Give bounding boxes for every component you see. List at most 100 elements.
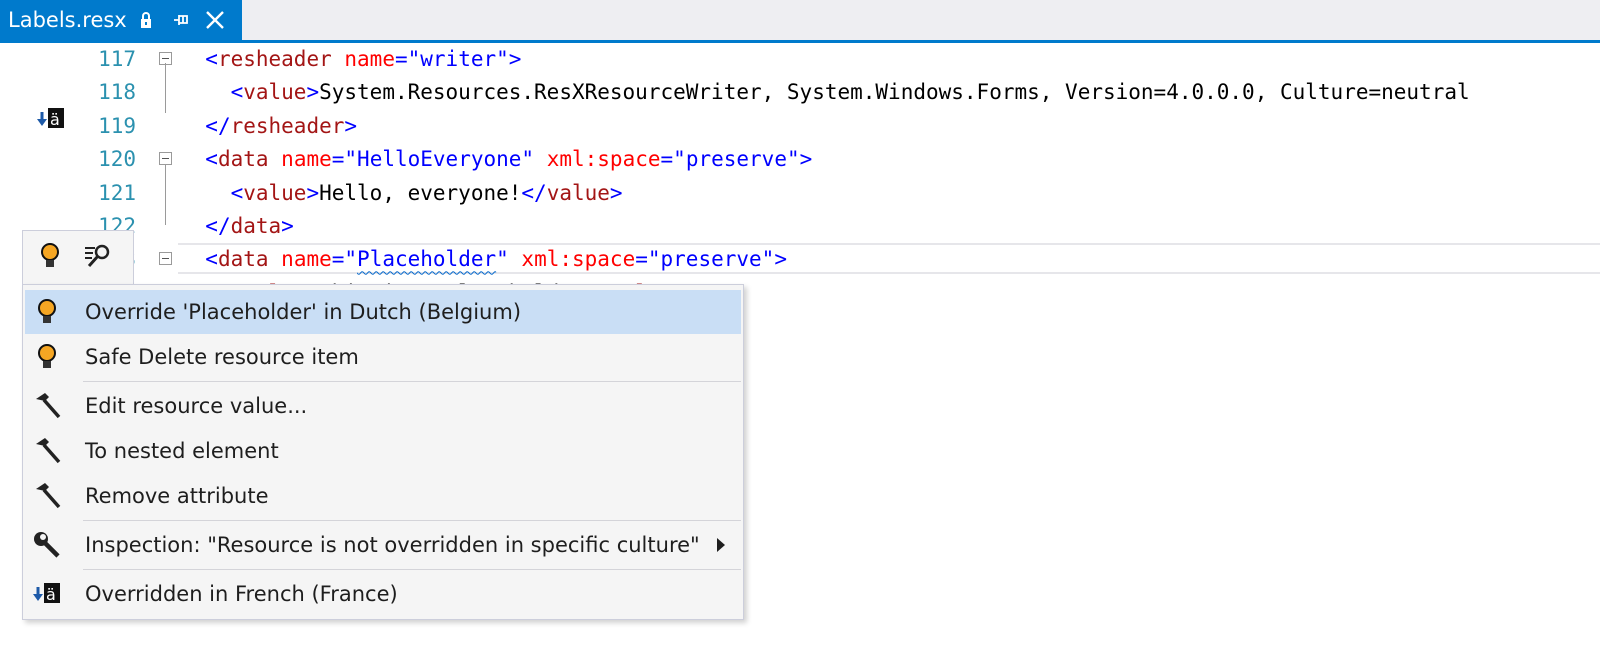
pin-icon[interactable] xyxy=(173,12,191,28)
code-token: xml:space xyxy=(508,247,636,272)
inspect-button[interactable] xyxy=(79,239,117,277)
code-token: " xyxy=(496,247,509,272)
hammer-icon xyxy=(31,435,63,467)
code-token: " xyxy=(521,147,535,172)
menu-item[interactable]: Override 'Placeholder' in Dutch (Belgium… xyxy=(25,290,741,334)
resource-override-icon[interactable]: ä xyxy=(36,106,66,130)
code-token: =" xyxy=(331,147,358,172)
code-token: > xyxy=(306,180,320,205)
code-line[interactable]: 121 <value>Hello, everyone!</value> xyxy=(0,177,1600,210)
menu-item[interactable]: Edit resource value... xyxy=(25,384,741,428)
code-token: preserve xyxy=(660,247,762,272)
menu-item-label: Edit resource value... xyxy=(85,394,308,418)
code-line[interactable]: 123 <data name="Placeholder" xml:space="… xyxy=(0,243,1600,276)
code-token: writer xyxy=(420,47,497,71)
action-quickbar xyxy=(22,230,134,284)
code-token: preserve xyxy=(685,147,787,172)
menu-item-label: Overridden in French (France) xyxy=(85,582,398,606)
code-token: " xyxy=(761,247,775,272)
code-line[interactable]: 120 <data name="HelloEveryone" xml:space… xyxy=(0,143,1600,176)
fold-guide xyxy=(165,63,166,113)
bulb-icon xyxy=(39,241,61,275)
menu-item[interactable]: Remove attribute xyxy=(25,474,741,518)
code-token: value xyxy=(243,180,307,205)
code-token: > xyxy=(281,214,294,238)
menu-item-label: Safe Delete resource item xyxy=(85,345,359,369)
line-number: 119 xyxy=(98,113,136,138)
close-icon[interactable] xyxy=(205,10,225,30)
code-line[interactable]: 117 <resheader name="writer"> xyxy=(0,43,1600,76)
line-number: 118 xyxy=(98,80,136,105)
resource-override-icon: ä xyxy=(31,578,63,610)
code-token: </ xyxy=(205,113,231,138)
menu-item[interactable]: ä Overridden in French (France) xyxy=(25,572,741,616)
menu-item-label: Override 'Placeholder' in Dutch (Belgium… xyxy=(85,300,522,324)
hammer-icon xyxy=(31,480,63,512)
code-text: <value>System.Resources.ResXResourceWrit… xyxy=(180,76,1470,109)
menu-separator xyxy=(83,569,741,570)
tab-labels-resx[interactable]: Labels.resx xyxy=(0,0,242,40)
svg-text:ä: ä xyxy=(46,585,56,604)
menu-item[interactable]: Inspection: "Resource is not overridden … xyxy=(25,523,741,567)
code-token: value xyxy=(546,180,610,205)
code-token: resheader xyxy=(217,47,332,71)
code-token: < xyxy=(230,80,244,105)
code-token: resheader xyxy=(230,113,345,138)
code-line[interactable]: 122 </data> xyxy=(0,210,1600,243)
code-token: < xyxy=(205,147,218,172)
hammer-icon xyxy=(31,390,63,422)
menu-item-label: To nested element xyxy=(85,439,279,463)
menu-item-label: Inspection: "Resource is not overridden … xyxy=(85,533,700,557)
magnifier-icon xyxy=(83,241,113,275)
line-number: 117 xyxy=(98,47,136,71)
code-text: <resheader name="writer"> xyxy=(180,43,521,76)
lock-icon xyxy=(139,11,153,29)
code-text: <value>Hello, everyone!</value> xyxy=(180,177,623,210)
line-number: 120 xyxy=(98,147,136,172)
collapse-toggle-icon[interactable] xyxy=(159,152,172,166)
code-token: </ xyxy=(205,214,231,238)
code-token: < xyxy=(205,247,218,272)
inspection-squiggle-token: Placeholder xyxy=(357,247,497,272)
bulb-button[interactable] xyxy=(31,239,69,277)
code-token: > xyxy=(344,113,358,138)
code-token: " xyxy=(786,147,800,172)
menu-item[interactable]: To nested element xyxy=(25,429,741,473)
code-token: =" xyxy=(635,247,661,272)
fold-guide xyxy=(165,165,166,225)
tab-strip: Labels.resx xyxy=(0,0,1600,43)
code-token: > xyxy=(508,47,522,71)
code-token: data xyxy=(230,214,282,238)
code-token: System.Resources.ResXResourceWriter, Sys… xyxy=(319,80,1470,105)
code-token: data xyxy=(217,147,269,172)
tab-title: Labels.resx xyxy=(8,8,127,32)
code-token: < xyxy=(205,47,218,71)
code-token: xml:space xyxy=(534,147,661,172)
code-token: name xyxy=(268,147,332,172)
submenu-arrow-icon xyxy=(717,538,725,552)
code-token: =" xyxy=(394,47,421,71)
menu-item-label: Remove attribute xyxy=(85,484,269,508)
bulb-icon xyxy=(31,341,63,373)
code-token: name xyxy=(331,47,395,71)
code-token: Hello, everyone! xyxy=(319,180,522,205)
code-text: </data> xyxy=(180,210,294,243)
code-line[interactable]: 119 </resheader> xyxy=(0,110,1600,143)
menu-item[interactable]: Safe Delete resource item xyxy=(25,335,741,379)
svg-text:ä: ä xyxy=(50,110,60,129)
collapse-toggle-icon[interactable] xyxy=(159,252,172,266)
code-line[interactable]: 118 <value>System.Resources.ResXResource… xyxy=(0,76,1600,109)
code-token: " xyxy=(496,47,509,71)
code-text: </resheader> xyxy=(180,110,357,143)
code-token: > xyxy=(799,147,813,172)
code-token: HelloEveryone xyxy=(357,147,522,172)
context-actions-menu: Override 'Placeholder' in Dutch (Belgium… xyxy=(22,284,744,620)
code-token: > xyxy=(609,180,623,205)
